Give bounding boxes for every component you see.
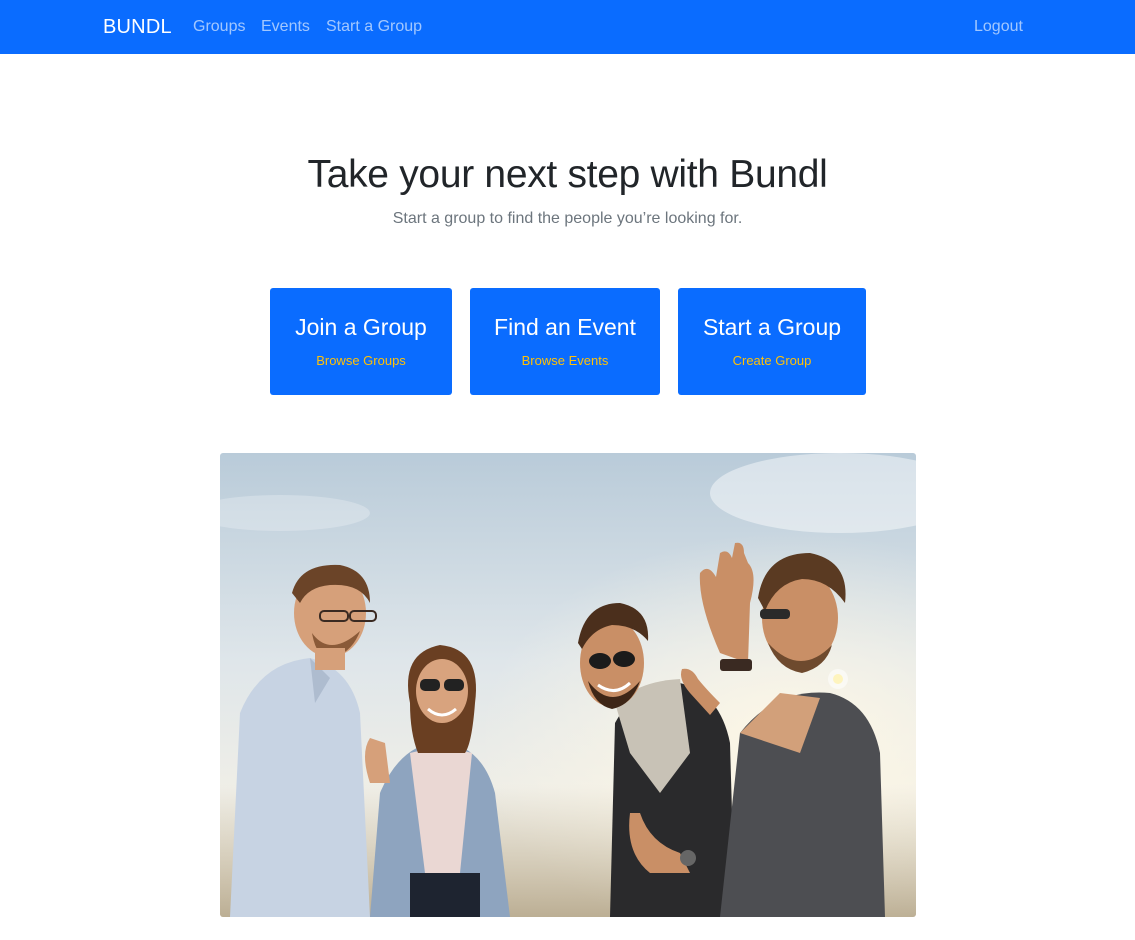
nav-link-events[interactable]: Events <box>261 17 310 37</box>
join-group-card[interactable]: Join a Group Browse Groups <box>270 288 452 395</box>
brand-logo-link[interactable]: BUNDL <box>103 14 172 40</box>
find-event-card[interactable]: Find an Event Browse Events <box>470 288 660 395</box>
nav-link-groups[interactable]: Groups <box>193 17 245 37</box>
browse-events-link[interactable]: Browse Events <box>470 352 660 370</box>
find-event-card-title: Find an Event <box>494 314 636 340</box>
top-navbar: BUNDL Groups Events Start a Group Logout <box>0 0 1135 54</box>
logout-link[interactable]: Logout <box>974 17 1023 37</box>
start-group-card[interactable]: Start a Group Create Group <box>678 288 866 395</box>
hero-photo-illustration <box>220 453 916 917</box>
hero-subtitle: Start a group to find the people you’re … <box>392 210 743 227</box>
create-group-link[interactable]: Create Group <box>678 352 866 370</box>
start-group-card-title: Start a Group <box>702 314 842 340</box>
hero-title: Take your next step with Bundl <box>307 153 828 196</box>
join-group-card-title: Join a Group <box>295 314 427 340</box>
browse-groups-link[interactable]: Browse Groups <box>270 352 452 370</box>
nav-link-start-a-group[interactable]: Start a Group <box>326 17 422 37</box>
hero-photo <box>220 453 916 917</box>
